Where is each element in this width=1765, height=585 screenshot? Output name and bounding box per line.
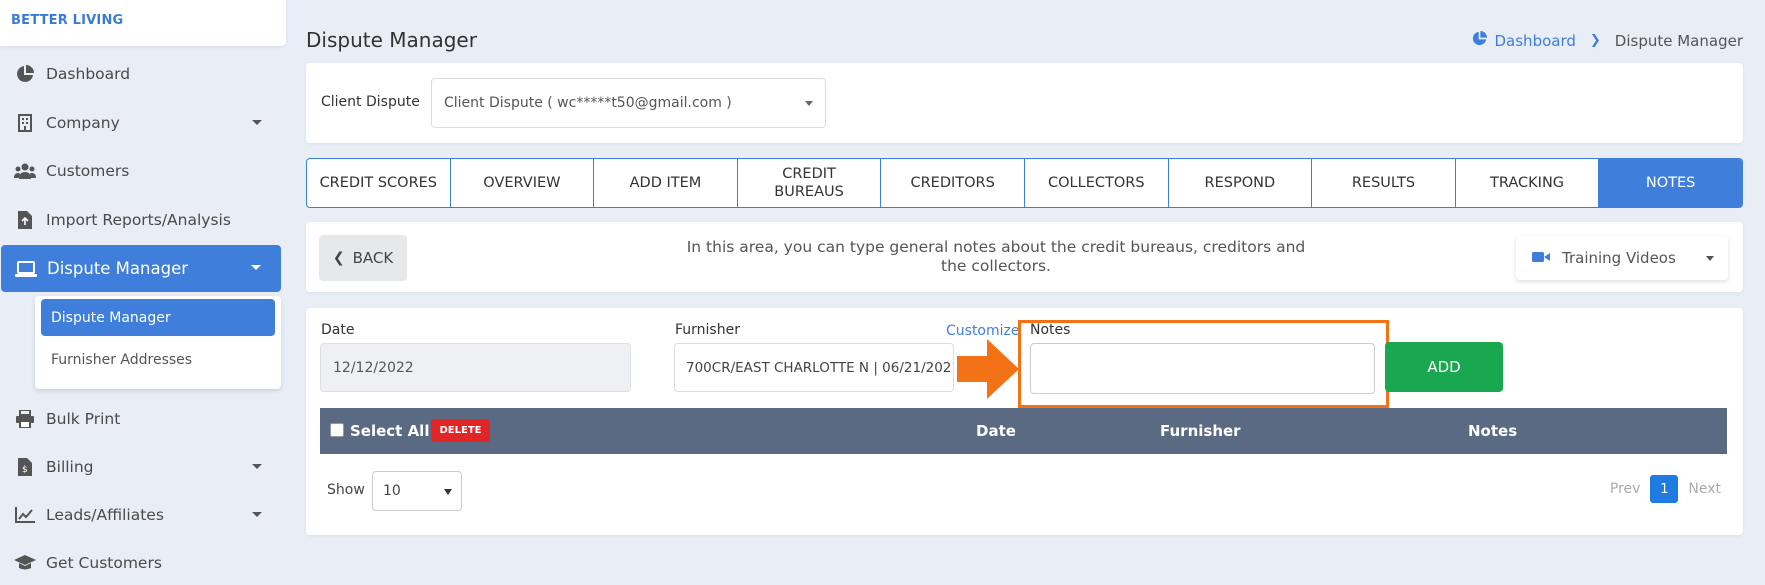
sidebar-item-import-reports[interactable]: Import Reports/Analysis (0, 197, 282, 243)
furnisher-select[interactable]: 700CR/EAST CHARLOTTE N | 06/21/2021 (674, 343, 954, 392)
select-all-checkbox[interactable] (330, 423, 344, 437)
breadcrumb: Dashboard ❯ Dispute Manager (1472, 31, 1743, 50)
building-icon (14, 112, 36, 134)
back-button-label: BACK (352, 249, 394, 267)
sidebar-item-billing[interactable]: $ Billing (0, 444, 282, 490)
sidebar-item-get-customers[interactable]: Get Customers (0, 540, 282, 585)
notes-info-card: ❮ BACK In this area, you can type genera… (306, 222, 1743, 292)
sidebar-item-dispute-manager[interactable]: Dispute Manager (1, 245, 281, 292)
chevron-down-icon (251, 265, 261, 270)
date-value: 12/12/2022 (333, 359, 414, 376)
sidebar-item-label: Company (46, 114, 120, 132)
prev-page-link[interactable]: Prev (1610, 481, 1641, 497)
client-dispute-card: Client Dispute Client Dispute ( wc*****t… (306, 63, 1743, 143)
furnisher-value: 700CR/EAST CHARLOTTE N | 06/21/2021 (686, 359, 954, 376)
chevron-left-icon: ❮ (332, 250, 345, 266)
dispute-submenu: Dispute Manager Furnisher Addresses (35, 296, 281, 389)
tab-respond[interactable]: RESPOND (1169, 159, 1313, 207)
tab-results[interactable]: RESULTS (1312, 159, 1456, 207)
sidebar-item-dashboard[interactable]: Dashboard (0, 51, 282, 97)
invoice-icon: $ (14, 456, 36, 478)
chevron-down-icon (252, 512, 262, 517)
video-camera-icon (1532, 249, 1550, 267)
arrow-right-icon (957, 339, 1019, 399)
notes-info-text: In this area, you can type general notes… (686, 238, 1306, 276)
chevron-right-icon: ❯ (1589, 33, 1601, 48)
add-note-button[interactable]: ADD (1385, 342, 1503, 392)
tab-creditors[interactable]: CREDITORS (881, 159, 1025, 207)
sidebar-item-label: Get Customers (46, 554, 162, 572)
chevron-down-icon (252, 120, 262, 125)
page-number-current[interactable]: 1 (1650, 475, 1679, 503)
sidebar-item-label: Leads/Affiliates (46, 506, 164, 524)
submenu-item-furnisher-addresses[interactable]: Furnisher Addresses (41, 341, 275, 378)
furnisher-label: Furnisher (675, 322, 740, 338)
training-videos-dropdown[interactable]: Training Videos (1516, 236, 1728, 280)
select-all-label[interactable]: Select All (350, 422, 429, 440)
breadcrumb-current: Dispute Manager (1614, 31, 1743, 50)
pie-chart-icon (14, 63, 36, 85)
column-header-date[interactable]: Date (976, 422, 1016, 440)
line-chart-icon (14, 504, 36, 526)
chevron-down-icon (805, 101, 813, 106)
client-dispute-label: Client Dispute (321, 94, 420, 110)
file-import-icon (14, 209, 36, 231)
brand-logo[interactable]: BETTER LIVING (0, 0, 286, 46)
sidebar-item-label: Import Reports/Analysis (46, 211, 231, 229)
sidebar-item-label: Dashboard (46, 65, 131, 83)
date-label: Date (321, 322, 355, 338)
sidebar-item-label: Dispute Manager (47, 259, 189, 278)
next-page-link[interactable]: Next (1688, 481, 1721, 497)
tab-collectors[interactable]: COLLECTORS (1025, 159, 1169, 207)
page-size-value: 10 (383, 483, 401, 499)
sidebar-item-label: Bulk Print (46, 410, 121, 428)
page-title: Dispute Manager (306, 28, 477, 52)
graduation-cap-icon (14, 552, 36, 574)
sidebar-item-label: Billing (46, 458, 94, 476)
dispute-tabs: CREDIT SCORES OVERVIEW ADD ITEM CREDIT B… (306, 158, 1743, 208)
notes-card: Date 12/12/2022 Furnisher 700CR/EAST CHA… (306, 308, 1743, 535)
column-header-furnisher[interactable]: Furnisher (1160, 422, 1241, 440)
notes-label: Notes (1030, 322, 1071, 338)
brand-name: BETTER LIVING (11, 13, 124, 28)
sidebar-item-bulk-print[interactable]: Bulk Print (0, 396, 282, 442)
svg-text:$: $ (22, 465, 28, 475)
date-field[interactable]: 12/12/2022 (320, 343, 631, 392)
submenu-item-dispute-manager[interactable]: Dispute Manager (41, 299, 275, 336)
chevron-down-icon (252, 464, 262, 469)
pagination: Prev 1 Next (1610, 475, 1721, 503)
tab-add-item[interactable]: ADD ITEM (594, 159, 738, 207)
breadcrumb-dashboard-link[interactable]: Dashboard (1495, 32, 1576, 50)
notes-input[interactable] (1030, 343, 1375, 394)
back-button[interactable]: ❮ BACK (319, 235, 407, 281)
sidebar-item-label: Customers (46, 162, 130, 180)
client-dispute-select[interactable]: Client Dispute ( wc*****t50@gmail.com ) (431, 78, 826, 128)
tab-tracking[interactable]: TRACKING (1456, 159, 1600, 207)
client-dispute-value: Client Dispute ( wc*****t50@gmail.com ) (444, 95, 732, 111)
column-header-notes[interactable]: Notes (1468, 422, 1517, 440)
sidebar: BETTER LIVING Dashboard Company Customer… (0, 0, 288, 585)
laptop-icon (15, 258, 37, 280)
show-label: Show (327, 482, 365, 498)
sidebar-item-company[interactable]: Company (0, 100, 282, 146)
tab-notes[interactable]: NOTES (1599, 159, 1742, 207)
tab-overview[interactable]: OVERVIEW (451, 159, 595, 207)
chevron-down-icon (1706, 256, 1714, 261)
page-size-select[interactable]: 10 (372, 471, 462, 511)
delete-button[interactable]: DELETE (431, 419, 490, 442)
sidebar-item-customers[interactable]: Customers (0, 148, 282, 194)
printer-icon (14, 408, 36, 430)
training-videos-label: Training Videos (1562, 249, 1676, 267)
tab-credit-bureaus[interactable]: CREDIT BUREAUS (738, 159, 882, 207)
sidebar-item-leads-affiliates[interactable]: Leads/Affiliates (0, 492, 282, 538)
notes-table-header: Select All DELETE Date Furnisher Notes (320, 408, 1727, 454)
users-icon (14, 160, 36, 182)
tab-credit-scores[interactable]: CREDIT SCORES (307, 159, 451, 207)
chevron-down-icon (444, 489, 452, 495)
pie-chart-icon (1472, 31, 1487, 50)
